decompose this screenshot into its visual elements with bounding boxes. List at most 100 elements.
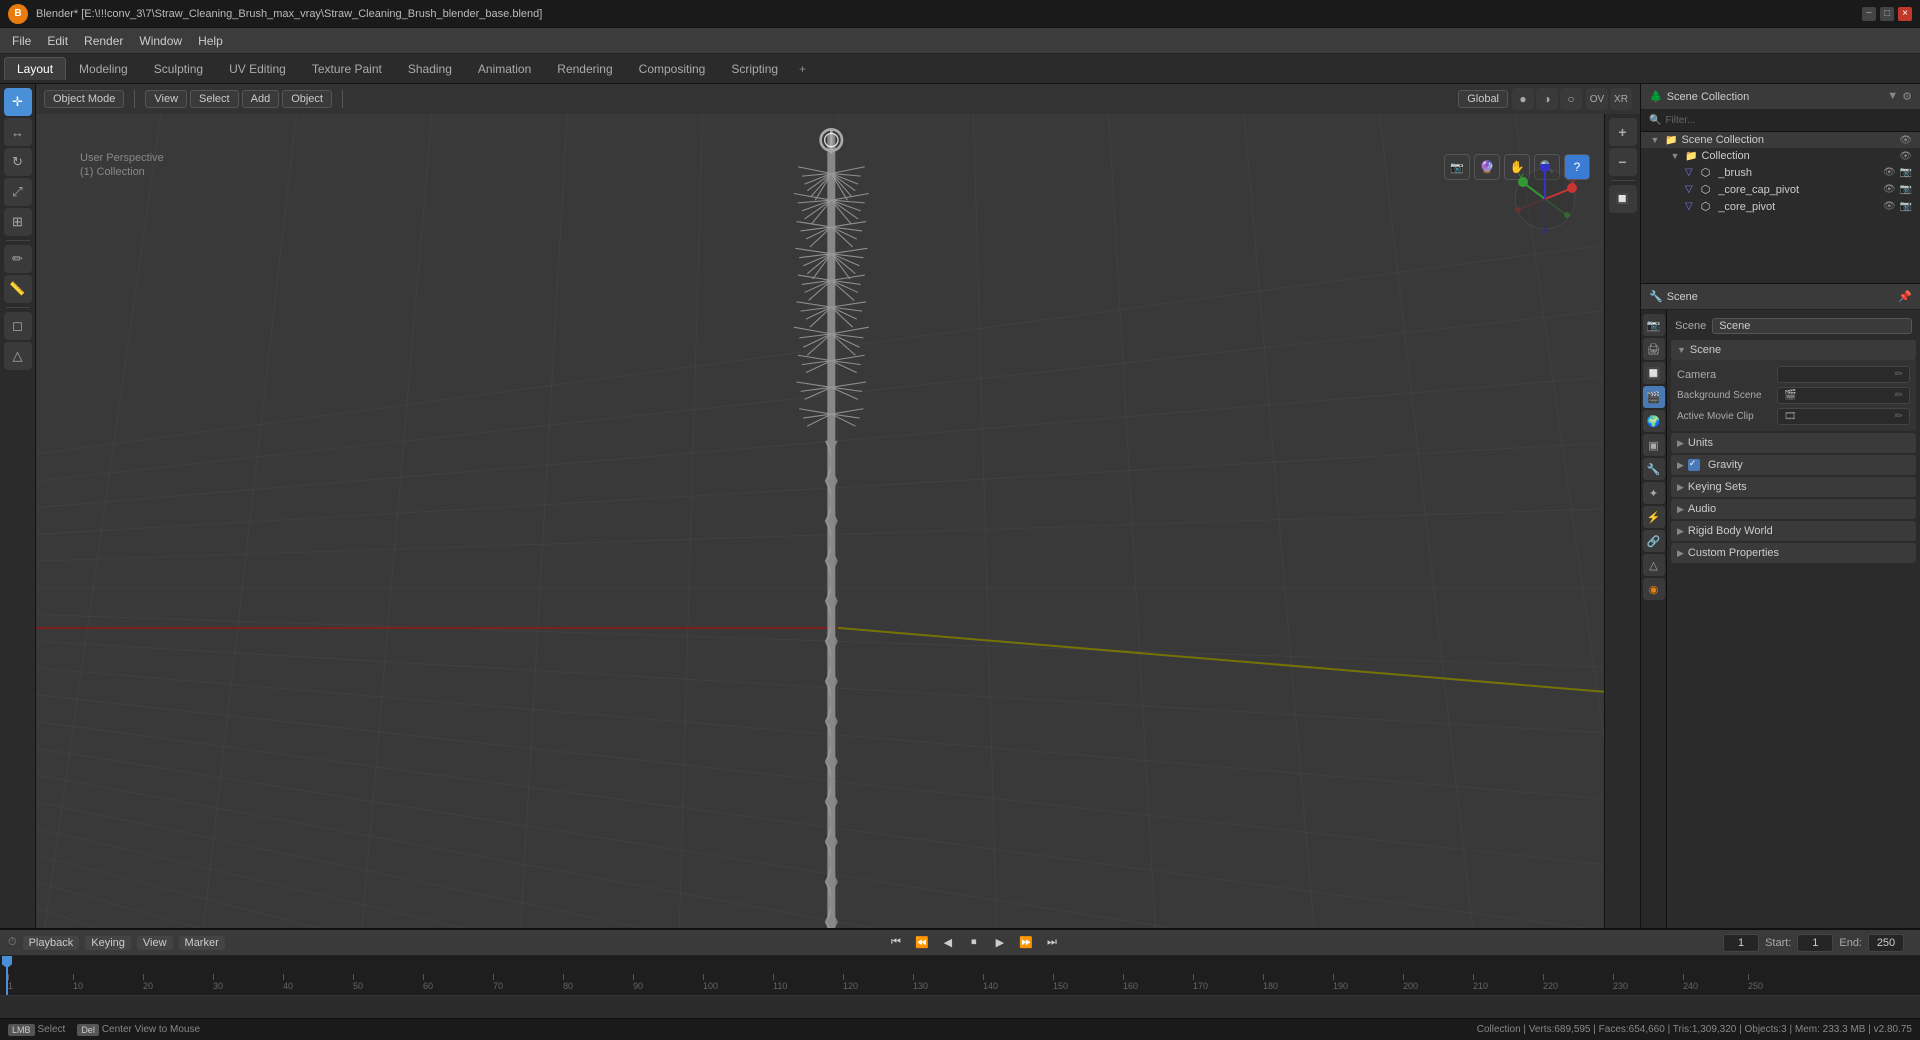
- zoom-in-btn[interactable]: +: [1609, 118, 1637, 146]
- camera-icon-brush[interactable]: 📷: [1900, 167, 1912, 178]
- outliner-item-collection[interactable]: ▼ 📁 Collection 👁: [1641, 148, 1920, 164]
- keying-sets-header[interactable]: ▶ Keying Sets: [1671, 477, 1916, 497]
- background-scene-value[interactable]: 🎬 ✏: [1777, 387, 1910, 404]
- expand-icon[interactable]: ▼: [1649, 134, 1661, 146]
- outliner-item-core-pivot[interactable]: ▽ ⬡ _core_pivot 👁 📷: [1641, 198, 1920, 215]
- props-output-icon[interactable]: 🖨: [1643, 338, 1665, 360]
- tab-animation[interactable]: Animation: [465, 57, 544, 80]
- camera-value[interactable]: ✏: [1777, 366, 1910, 383]
- camera-edit-icon[interactable]: ✏: [1895, 369, 1903, 380]
- viewport-add-menu[interactable]: Add: [242, 90, 280, 108]
- timeline-ruler[interactable]: 1 10 20 30 40 50 60 70 80 90 100: [0, 956, 1920, 996]
- menu-render[interactable]: Render: [76, 32, 131, 50]
- eye-icon-collection[interactable]: 👁: [1899, 151, 1912, 162]
- timeline-view-menu[interactable]: View: [137, 936, 173, 950]
- props-pin-icon[interactable]: 📌: [1898, 290, 1912, 303]
- props-particles-icon[interactable]: ✦: [1643, 482, 1665, 504]
- rotate-tool[interactable]: ↻: [4, 148, 32, 176]
- viewport[interactable]: Object Mode View Select Add Object Globa…: [36, 84, 1640, 928]
- camera-icon-cap[interactable]: 📷: [1900, 184, 1912, 195]
- close-button[interactable]: ×: [1898, 7, 1912, 21]
- viewport-select-menu[interactable]: Select: [190, 90, 239, 108]
- active-movie-clip-value[interactable]: 🎞 ✏: [1777, 408, 1910, 425]
- menu-window[interactable]: Window: [131, 32, 190, 50]
- tab-texture-paint[interactable]: Texture Paint: [299, 57, 395, 80]
- global-local-toggle[interactable]: Global: [1458, 90, 1508, 108]
- overlay-toggle[interactable]: OV: [1586, 88, 1608, 110]
- viewport-shading-rendered[interactable]: ○: [1560, 88, 1582, 110]
- gravity-section-header[interactable]: ▶ Gravity: [1671, 455, 1916, 475]
- scene-name-badge[interactable]: Scene: [1712, 318, 1912, 334]
- start-frame-field[interactable]: 1: [1797, 934, 1833, 952]
- outliner-item-core-cap-pivot[interactable]: ▽ ⬡ _core_cap_pivot 👁 📷: [1641, 181, 1920, 198]
- menu-help[interactable]: Help: [190, 32, 231, 50]
- scene-section-header[interactable]: ▼ Scene: [1671, 340, 1916, 360]
- props-constraints-icon[interactable]: 🔗: [1643, 530, 1665, 552]
- move-tool[interactable]: ↔: [4, 118, 32, 146]
- gravity-checkbox[interactable]: [1688, 459, 1700, 471]
- play-fwd-btn[interactable]: ▶: [990, 933, 1010, 953]
- audio-section-header[interactable]: ▶ Audio: [1671, 499, 1916, 519]
- viewport-render-btn[interactable]: 🔮: [1474, 154, 1500, 180]
- keying-menu[interactable]: Keying: [85, 936, 131, 950]
- marker-menu[interactable]: Marker: [179, 936, 225, 950]
- frame-indicator-handle[interactable]: [2, 956, 12, 968]
- expand-collection-icon[interactable]: ▼: [1669, 150, 1681, 162]
- props-scene-icon[interactable]: 🎬: [1643, 386, 1665, 408]
- measure-tool[interactable]: 📏: [4, 275, 32, 303]
- menu-file[interactable]: File: [4, 32, 39, 50]
- minimize-button[interactable]: −: [1862, 7, 1876, 21]
- add-workspace-button[interactable]: +: [791, 58, 814, 80]
- stop-btn[interactable]: ⏹: [964, 933, 984, 953]
- toggle-camera-btn[interactable]: 🔲: [1609, 185, 1637, 213]
- viewport-object-menu[interactable]: Object: [282, 90, 332, 108]
- props-object-icon[interactable]: ▣: [1643, 434, 1665, 456]
- tab-layout[interactable]: Layout: [4, 57, 66, 80]
- step-back-btn[interactable]: ⏪: [912, 933, 932, 953]
- tab-rendering[interactable]: Rendering: [544, 57, 625, 80]
- eye-icon-brush[interactable]: 👁: [1883, 167, 1896, 178]
- outliner-filter-icon[interactable]: ▼: [1887, 90, 1898, 103]
- eye-icon-pivot[interactable]: 👁: [1883, 201, 1896, 212]
- props-physics-icon[interactable]: ⚡: [1643, 506, 1665, 528]
- playback-menu[interactable]: Playback: [23, 936, 80, 950]
- transform-tool[interactable]: ⊞: [4, 208, 32, 236]
- zoom-out-btn[interactable]: −: [1609, 148, 1637, 176]
- object-mode-dropdown[interactable]: Object Mode: [44, 90, 124, 108]
- xray-toggle[interactable]: XR: [1610, 88, 1632, 110]
- viewport-gizmo[interactable]: X Y Z: [1510, 164, 1580, 234]
- props-data-icon[interactable]: △: [1643, 554, 1665, 576]
- rigid-body-header[interactable]: ▶ Rigid Body World: [1671, 521, 1916, 541]
- tab-sculpting[interactable]: Sculpting: [141, 57, 216, 80]
- bg-scene-edit-icon[interactable]: ✏: [1895, 390, 1903, 401]
- tab-scripting[interactable]: Scripting: [718, 57, 791, 80]
- tab-uv-editing[interactable]: UV Editing: [216, 57, 299, 80]
- jump-start-btn[interactable]: ⏮: [886, 933, 906, 953]
- tab-shading[interactable]: Shading: [395, 57, 465, 80]
- props-render-icon[interactable]: 📷: [1643, 314, 1665, 336]
- step-fwd-btn[interactable]: ⏩: [1016, 933, 1036, 953]
- units-section-header[interactable]: ▶ Units: [1671, 433, 1916, 453]
- movie-edit-icon[interactable]: ✏: [1895, 411, 1903, 422]
- play-back-btn[interactable]: ◀: [938, 933, 958, 953]
- viewport-canvas[interactable]: User Perspective (1) Collection 📷 🔮 ✋ 🔍 …: [36, 114, 1640, 928]
- props-view-layer-icon[interactable]: 🔲: [1643, 362, 1665, 384]
- outliner-settings-icon[interactable]: ⚙: [1902, 90, 1912, 103]
- outliner-item-brush[interactable]: ▽ ⬡ _brush 👁 📷: [1641, 164, 1920, 181]
- eye-icon[interactable]: 👁: [1899, 135, 1912, 146]
- camera-icon-pivot[interactable]: 📷: [1900, 201, 1912, 212]
- annotate-tool[interactable]: ✏: [4, 245, 32, 273]
- eye-icon-cap[interactable]: 👁: [1883, 184, 1896, 195]
- maximize-button[interactable]: □: [1880, 7, 1894, 21]
- tab-compositing[interactable]: Compositing: [626, 57, 719, 80]
- add-cone-tool[interactable]: △: [4, 342, 32, 370]
- viewport-shading-solid[interactable]: ●: [1512, 88, 1534, 110]
- current-frame-field[interactable]: 1: [1723, 934, 1759, 952]
- props-modifier-icon[interactable]: 🔧: [1643, 458, 1665, 480]
- add-cube-tool[interactable]: ◻: [4, 312, 32, 340]
- viewport-shading-material[interactable]: ◑: [1536, 88, 1558, 110]
- jump-end-btn[interactable]: ⏭: [1042, 933, 1062, 953]
- end-frame-field[interactable]: 250: [1868, 934, 1904, 952]
- custom-props-header[interactable]: ▶ Custom Properties: [1671, 543, 1916, 563]
- viewport-camera-btn[interactable]: 📷: [1444, 154, 1470, 180]
